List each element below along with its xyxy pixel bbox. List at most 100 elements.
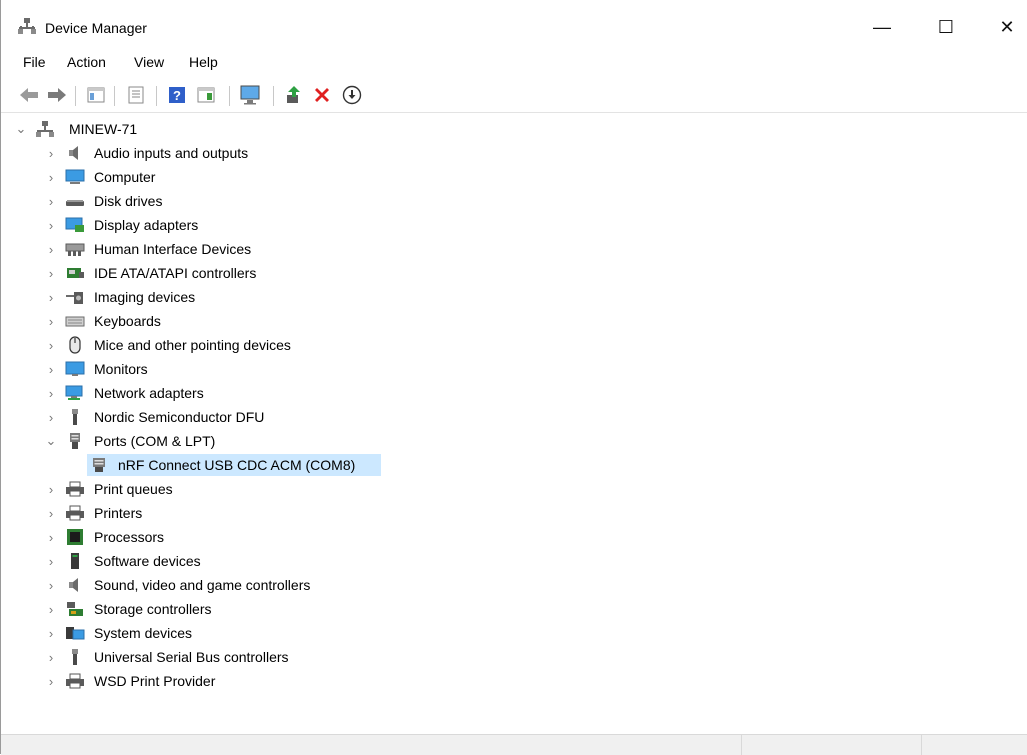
chevron-right-icon[interactable]: › bbox=[45, 286, 57, 308]
properties-pane-button[interactable] bbox=[85, 84, 107, 106]
chevron-down-icon[interactable]: ⌄ bbox=[15, 118, 27, 140]
tree-item-label: Monitors bbox=[94, 361, 148, 377]
tree-item-label: Human Interface Devices bbox=[94, 241, 252, 257]
tree-item-label: System devices bbox=[94, 625, 193, 641]
chevron-right-icon[interactable]: › bbox=[45, 478, 57, 500]
printer-icon bbox=[66, 673, 84, 689]
ide-controller-icon bbox=[67, 268, 84, 278]
chevron-right-icon[interactable]: › bbox=[45, 358, 57, 380]
update-driver-button[interactable] bbox=[283, 84, 305, 106]
chevron-right-icon[interactable]: › bbox=[45, 598, 57, 620]
toolbar-separator bbox=[75, 86, 76, 106]
chevron-right-icon[interactable]: › bbox=[45, 502, 57, 524]
uninstall-icon bbox=[315, 88, 329, 102]
storage-controller-icon bbox=[67, 602, 83, 616]
processor-icon bbox=[67, 529, 83, 545]
menu-file[interactable]: File bbox=[23, 54, 46, 70]
chevron-right-icon[interactable]: › bbox=[45, 310, 57, 332]
help-button[interactable]: ? bbox=[166, 84, 188, 106]
tree-item-label: Audio inputs and outputs bbox=[94, 145, 249, 161]
title-bar[interactable]: Device Manager — ☐ ✕ bbox=[1, 0, 1027, 48]
computer-icon bbox=[65, 169, 85, 184]
speaker-icon bbox=[69, 146, 78, 160]
close-button[interactable]: ✕ bbox=[984, 10, 1027, 44]
chevron-right-icon[interactable]: › bbox=[45, 166, 57, 188]
chevron-right-icon[interactable]: › bbox=[45, 670, 57, 692]
device-properties-button[interactable] bbox=[125, 84, 147, 106]
chevron-right-icon[interactable]: › bbox=[45, 262, 57, 284]
system-devices-icon bbox=[66, 627, 85, 640]
tree-item-label: WSD Print Provider bbox=[94, 673, 216, 689]
device-properties-icon bbox=[128, 86, 144, 104]
tree-item-label: Nordic Semiconductor DFU bbox=[94, 409, 265, 425]
maximize-icon: ☐ bbox=[937, 16, 955, 37]
tree-item-nrf-connect-com8[interactable]: nRF Connect USB CDC ACM (COM8) bbox=[87, 454, 381, 476]
chevron-right-icon[interactable]: › bbox=[45, 574, 57, 596]
mouse-icon bbox=[69, 336, 81, 354]
toolbar-separator bbox=[229, 86, 230, 106]
hid-icon bbox=[65, 243, 85, 256]
tree-item-label: Display adapters bbox=[94, 217, 199, 233]
usb-plug-icon bbox=[72, 649, 78, 665]
minimize-icon: — bbox=[873, 16, 891, 37]
menu-action[interactable]: Action bbox=[67, 54, 106, 70]
scan-hardware-button[interactable] bbox=[240, 84, 262, 106]
back-button[interactable] bbox=[18, 84, 40, 106]
tree-item-label: Ports (COM & LPT) bbox=[94, 433, 216, 449]
maximize-button[interactable]: ☐ bbox=[923, 10, 969, 44]
tree-item-label: Disk drives bbox=[94, 193, 163, 209]
usb-plug-icon bbox=[72, 409, 78, 425]
chevron-right-icon[interactable]: › bbox=[45, 214, 57, 236]
window-title: Device Manager bbox=[45, 20, 147, 36]
chevron-right-icon[interactable]: › bbox=[45, 190, 57, 212]
tree-item-label: nRF Connect USB CDC ACM (COM8) bbox=[118, 457, 356, 473]
device-manager-window: Device Manager — ☐ ✕ File Action View He… bbox=[0, 0, 1027, 755]
printer-icon bbox=[66, 481, 84, 497]
show-hidden-button[interactable] bbox=[195, 84, 217, 106]
keyboard-icon bbox=[65, 316, 85, 327]
chevron-right-icon[interactable]: › bbox=[45, 526, 57, 548]
speaker-icon bbox=[69, 578, 78, 592]
disable-device-icon bbox=[342, 85, 362, 105]
chevron-right-icon[interactable]: › bbox=[45, 382, 57, 404]
chevron-right-icon[interactable]: › bbox=[45, 142, 57, 164]
network-adapter-icon bbox=[65, 385, 83, 400]
toolbar-separator bbox=[156, 86, 157, 106]
status-segment bbox=[741, 735, 922, 755]
forward-button[interactable] bbox=[46, 84, 68, 106]
disable-device-button[interactable] bbox=[341, 84, 363, 106]
chevron-down-icon[interactable]: ⌄ bbox=[45, 430, 57, 452]
tree-item-label: IDE ATA/ATAPI controllers bbox=[94, 265, 257, 281]
tree-root[interactable]: ⌄ MINEW-71 bbox=[15, 118, 215, 140]
forward-arrow-icon bbox=[48, 88, 66, 102]
properties-pane-icon bbox=[87, 87, 105, 103]
svg-text:?: ? bbox=[173, 88, 181, 103]
menu-view[interactable]: View bbox=[134, 54, 164, 70]
uninstall-device-button[interactable] bbox=[311, 84, 333, 106]
minimize-button[interactable]: — bbox=[859, 10, 905, 44]
tree-item-label: Storage controllers bbox=[94, 601, 212, 617]
toolbar-separator bbox=[114, 86, 115, 106]
help-icon: ? bbox=[169, 87, 185, 103]
chevron-right-icon[interactable]: › bbox=[45, 622, 57, 644]
printer-icon bbox=[66, 505, 84, 521]
chevron-right-icon[interactable]: › bbox=[45, 334, 57, 356]
chevron-right-icon[interactable]: › bbox=[45, 550, 57, 572]
computer-network-icon bbox=[36, 121, 54, 137]
chevron-right-icon[interactable]: › bbox=[45, 238, 57, 260]
update-driver-icon bbox=[287, 86, 300, 103]
disk-drive-icon bbox=[66, 200, 84, 206]
device-manager-icon bbox=[18, 18, 36, 34]
menu-help[interactable]: Help bbox=[189, 54, 218, 70]
camera-icon bbox=[66, 292, 83, 304]
chevron-right-icon[interactable]: › bbox=[45, 646, 57, 668]
tree-item-label: Print queues bbox=[94, 481, 173, 497]
menu-bar: File Action View Help bbox=[1, 48, 1027, 78]
software-device-icon bbox=[71, 553, 79, 569]
back-arrow-icon bbox=[20, 88, 38, 102]
tree-item-label: Printers bbox=[94, 505, 143, 521]
chevron-right-icon[interactable]: › bbox=[45, 406, 57, 428]
status-bar bbox=[1, 734, 1027, 755]
tree-item-label: Mice and other pointing devices bbox=[94, 337, 291, 353]
monitor-scan-icon bbox=[240, 85, 260, 105]
